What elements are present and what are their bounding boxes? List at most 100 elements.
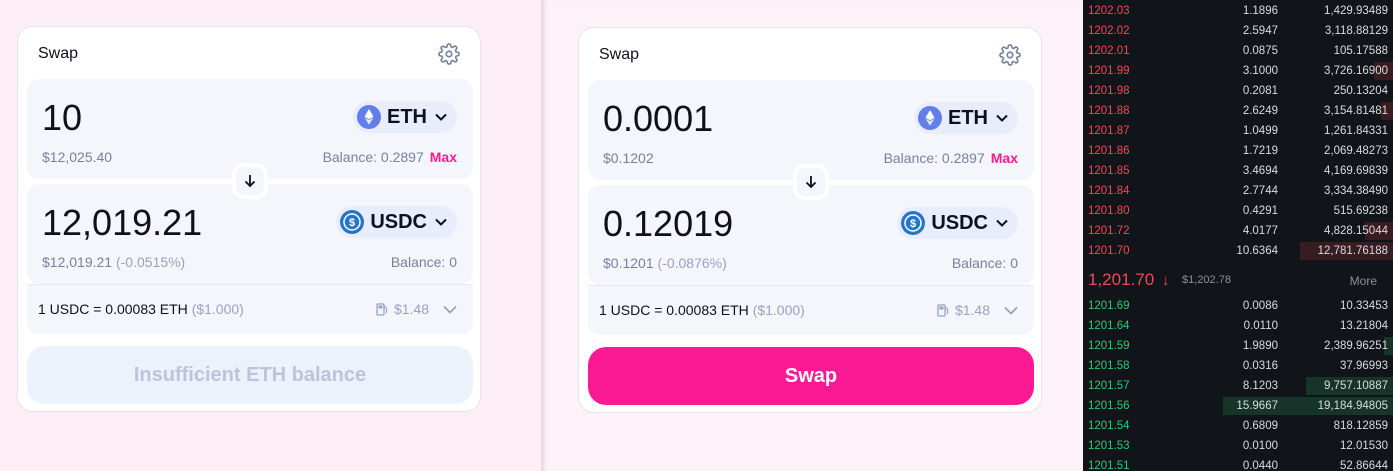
bid-price: 1201.56: [1088, 400, 1130, 412]
chevron-down-icon: [996, 219, 1008, 227]
ask-total: 3,334.38490: [1324, 185, 1388, 197]
bid-total: 37.96993: [1340, 360, 1388, 372]
ask-qty: 1.1896: [1242, 5, 1278, 17]
switch-direction-button[interactable]: [793, 164, 829, 200]
ask-row[interactable]: 1201.99 3.1000 3,726.16900: [1083, 61, 1393, 81]
to-balance: Balance: 0: [390, 254, 457, 270]
gear-icon[interactable]: [999, 44, 1021, 66]
middle-panel: Swap 0.0001 ETH $0.1202 Balance: 0.2897 M…: [541, 0, 1083, 471]
ask-price: 1202.01: [1088, 45, 1130, 57]
ask-row[interactable]: 1201.86 1.7219 2,069.48273: [1083, 141, 1393, 161]
bid-qty: 8.1203: [1242, 380, 1278, 392]
to-token-select[interactable]: $ USDC: [897, 207, 1018, 239]
ask-qty: 0.2081: [1242, 85, 1278, 97]
ask-row[interactable]: 1201.70 10.6364 12,781.76188: [1083, 241, 1393, 261]
max-button[interactable]: Max: [991, 150, 1018, 166]
ask-total: 4,169.69839: [1324, 165, 1388, 177]
ask-price: 1202.03: [1088, 5, 1130, 17]
bid-total: 19,184.94805: [1317, 400, 1388, 412]
exchange-rate: 1 USDC = 0.00083 ETH ($1.000): [599, 302, 805, 318]
ask-price: 1201.70: [1088, 245, 1130, 257]
bid-row[interactable]: 1201.58 0.0316 37.96993: [1083, 356, 1393, 376]
bid-qty: 0.0316: [1242, 360, 1278, 372]
ask-row[interactable]: 1202.01 0.0875 105.17588: [1083, 41, 1393, 61]
bid-row[interactable]: 1201.57 8.1203 9,757.10887: [1083, 376, 1393, 396]
to-amount-input[interactable]: 0.12019: [603, 203, 733, 245]
bid-total: 2,389.96251: [1324, 340, 1388, 352]
down-arrow-icon: ↓: [1162, 272, 1170, 289]
bid-total: 818.12859: [1333, 420, 1388, 432]
bid-row[interactable]: 1201.69 0.0086 10.33453: [1083, 296, 1393, 316]
ask-price: 1201.88: [1088, 105, 1130, 117]
svg-text:$: $: [349, 217, 355, 229]
order-book: 1202.03 1.1896 1,429.93489 1202.02 2.5947 3,1…: [1083, 0, 1393, 471]
svg-text:$: $: [910, 218, 916, 230]
exchange-rate: 1 USDC = 0.00083 ETH ($1.000): [38, 301, 244, 317]
bid-row[interactable]: 1201.64 0.0110 13.21804: [1083, 316, 1393, 336]
insufficient-balance-button: Insufficient ETH balance: [27, 346, 473, 404]
from-usd-value: $12,025.40: [42, 149, 113, 165]
ask-row[interactable]: 1201.87 1.0499 1,261.84331: [1083, 121, 1393, 141]
from-amount-input[interactable]: 10: [42, 97, 82, 139]
chevron-down-icon: [435, 113, 447, 121]
ask-row[interactable]: 1201.88 2.6249 3,154.81481: [1083, 101, 1393, 121]
left-panel: Swap 10 ETH $12,025.40 Balance: 0.2897 Ma…: [0, 0, 541, 471]
from-token-select[interactable]: ETH: [353, 101, 457, 133]
to-amount-input[interactable]: 12,019.21: [42, 202, 202, 244]
chevron-down-icon[interactable]: [1004, 306, 1018, 315]
ask-row[interactable]: 1201.80 0.4291 515.69238: [1083, 201, 1393, 221]
ask-total: 250.13204: [1333, 85, 1388, 97]
ask-price: 1201.98: [1088, 85, 1130, 97]
ask-total: 105.17588: [1333, 45, 1388, 57]
bid-row[interactable]: 1201.59 1.9890 2,389.96251: [1083, 336, 1393, 356]
mark-price: $1,202.78: [1182, 274, 1231, 286]
bid-price: 1201.59: [1088, 340, 1130, 352]
bid-row[interactable]: 1201.53 0.0100 12.01530: [1083, 436, 1393, 456]
bid-qty: 1.9890: [1242, 340, 1278, 352]
bid-price: 1201.64: [1088, 320, 1130, 332]
from-amount-input[interactable]: 0.0001: [603, 98, 713, 140]
to-token-label: USDC: [931, 211, 988, 234]
from-balance: Balance: 0.2897 Max: [883, 150, 1018, 166]
to-token-select[interactable]: $ USDC: [336, 206, 457, 238]
ask-row[interactable]: 1202.02 2.5947 3,118.88129: [1083, 21, 1393, 41]
ask-total: 2,069.48273: [1324, 145, 1388, 157]
switch-direction-button[interactable]: [232, 163, 268, 199]
rate-row[interactable]: 1 USDC = 0.00083 ETH ($1.000) $1.48: [588, 285, 1034, 335]
ask-price: 1201.85: [1088, 165, 1130, 177]
ask-qty: 4.0177: [1242, 225, 1278, 237]
bid-row[interactable]: 1201.56 15.9667 19,184.94805: [1083, 396, 1393, 416]
ask-price: 1201.84: [1088, 185, 1130, 197]
swap-button[interactable]: Swap: [588, 347, 1034, 405]
ask-row[interactable]: 1201.98 0.2081 250.13204: [1083, 81, 1393, 101]
arrow-down-icon: [244, 175, 256, 188]
ask-qty: 2.7744: [1242, 185, 1278, 197]
chevron-down-icon[interactable]: [443, 305, 457, 314]
bid-price: 1201.58: [1088, 360, 1130, 372]
ask-qty: 1.7219: [1242, 145, 1278, 157]
from-usd-value: $0.1202: [603, 150, 654, 166]
bid-row[interactable]: 1201.51 0.0440 52.86644: [1083, 456, 1393, 471]
ask-row[interactable]: 1201.85 3.4694 4,169.69839: [1083, 161, 1393, 181]
ask-row[interactable]: 1201.72 4.0177 4,828.15044: [1083, 221, 1393, 241]
bid-price: 1201.57: [1088, 380, 1130, 392]
ask-total: 3,154.81481: [1324, 105, 1388, 117]
bid-price: 1201.51: [1088, 460, 1130, 471]
ask-row[interactable]: 1201.84 2.7744 3,334.38490: [1083, 181, 1393, 201]
ask-row[interactable]: 1202.03 1.1896 1,429.93489: [1083, 1, 1393, 21]
bid-qty: 0.0100: [1242, 440, 1278, 452]
bid-total: 10.33453: [1340, 300, 1388, 312]
bid-qty: 0.0086: [1242, 300, 1278, 312]
to-usd-value: $0.1201 (-0.0876%): [603, 255, 727, 271]
gear-icon[interactable]: [438, 43, 460, 65]
ask-qty: 2.5947: [1242, 25, 1278, 37]
rate-row[interactable]: 1 USDC = 0.00083 ETH ($1.000) $1.48: [27, 284, 473, 334]
eth-icon: [918, 106, 942, 130]
bid-row[interactable]: 1201.54 0.6809 818.12859: [1083, 416, 1393, 436]
ask-qty: 3.4694: [1242, 165, 1278, 177]
max-button[interactable]: Max: [430, 149, 457, 165]
bid-qty: 15.9667: [1236, 400, 1278, 412]
chevron-down-icon: [996, 114, 1008, 122]
more-link[interactable]: More: [1350, 274, 1377, 288]
from-token-select[interactable]: ETH: [914, 102, 1018, 134]
